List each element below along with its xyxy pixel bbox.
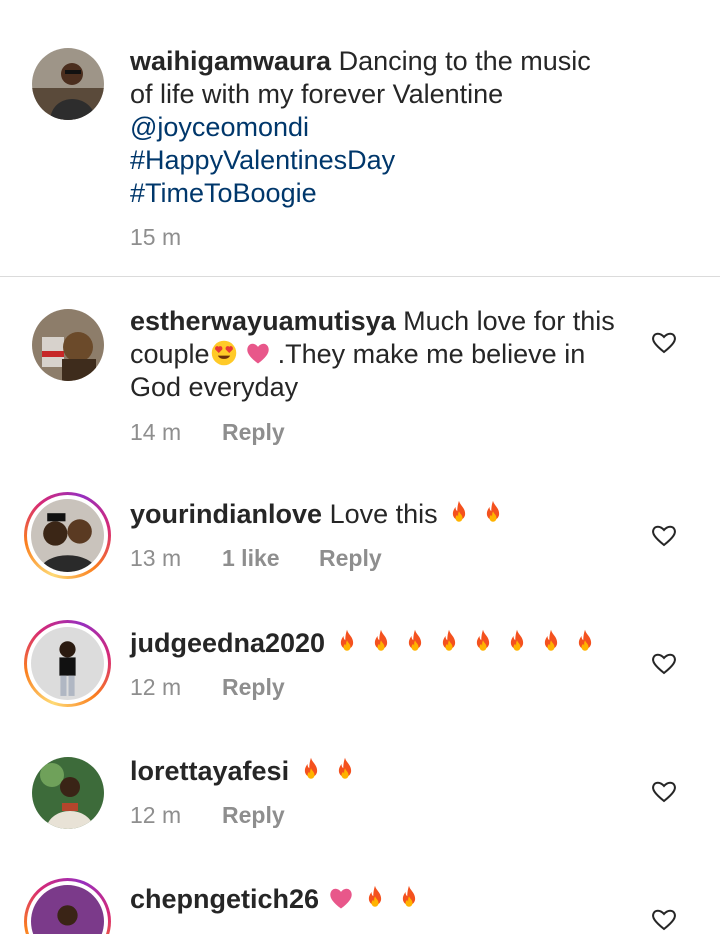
- comment-meta: 12 m Reply: [130, 674, 285, 701]
- comment-username[interactable]: chepngetich26: [130, 884, 319, 914]
- like-heart-icon[interactable]: [651, 779, 677, 803]
- comment-timestamp: 14 m: [130, 419, 182, 445]
- comment-text: judgeedna2020: [130, 627, 605, 660]
- comment-username[interactable]: lorettayafesi: [130, 756, 289, 786]
- comment-body: God everyday: [130, 372, 299, 402]
- comment-item: lorettayafesi 12 m Reply: [0, 747, 720, 865]
- fire-emoji: [367, 628, 395, 656]
- comment-text: lorettayafesi: [130, 755, 365, 788]
- reply-button[interactable]: Reply: [222, 419, 285, 446]
- reply-button[interactable]: Reply: [319, 545, 382, 572]
- commenter-avatar[interactable]: [24, 620, 111, 707]
- like-heart-icon[interactable]: [651, 907, 677, 931]
- fire-emoji: [395, 884, 423, 912]
- comment-username[interactable]: yourindianlove: [130, 499, 322, 529]
- fire-emoji: [445, 499, 473, 527]
- commenter-avatar[interactable]: [32, 757, 104, 829]
- comment-body: Much love for this: [403, 306, 615, 336]
- comment-body: .They make me believe in: [277, 339, 586, 369]
- comment-timestamp: 13 m: [130, 545, 182, 571]
- fire-emoji: [469, 628, 497, 656]
- fire-emoji: [571, 628, 599, 656]
- caption-hashtag[interactable]: #TimeToBoogie: [130, 177, 591, 210]
- commenter-avatar[interactable]: [32, 309, 104, 381]
- comment-username[interactable]: judgeedna2020: [130, 628, 325, 658]
- fire-emoji: [331, 756, 359, 784]
- fire-emoji: [537, 628, 565, 656]
- comment-body: couple: [130, 339, 210, 369]
- heart-eyes-emoji: [210, 339, 238, 367]
- comment-meta: 12 m Reply: [130, 802, 285, 829]
- like-count-link[interactable]: 1 like: [222, 545, 319, 572]
- comment-timestamp: 12 m: [130, 674, 182, 700]
- fire-emoji: [401, 628, 429, 656]
- comment-meta: 13 m 1 like Reply: [130, 545, 382, 572]
- comment-meta: 14 m Reply: [130, 419, 285, 446]
- comment-text: estherwayuamutisya Much love for this co…: [130, 305, 615, 404]
- caption-mention[interactable]: @joyceomondi: [130, 111, 591, 144]
- like-heart-icon[interactable]: [651, 523, 677, 547]
- fire-emoji: [503, 628, 531, 656]
- caption-body-line1: Dancing to the music: [338, 46, 591, 76]
- reply-button[interactable]: Reply: [222, 674, 285, 701]
- caption-timestamp: 15 m: [130, 224, 182, 250]
- comment-body: Love this: [329, 499, 438, 529]
- pink-heart-emoji: [327, 884, 355, 912]
- fire-emoji: [479, 499, 507, 527]
- fire-emoji: [361, 884, 389, 912]
- caption-username[interactable]: waihigamwaura: [130, 46, 331, 76]
- comment-item: chepngetich26: [0, 875, 720, 934]
- fire-emoji: [297, 756, 325, 784]
- like-heart-icon[interactable]: [651, 651, 677, 675]
- commenter-avatar[interactable]: [24, 878, 111, 934]
- comment-item: judgeedna2020 12 m Reply: [0, 619, 720, 737]
- comment-item: yourindianlove Love this 13 m 1 like Rep…: [0, 490, 720, 608]
- fire-emoji: [333, 628, 361, 656]
- comment-text: yourindianlove Love this: [130, 498, 513, 531]
- comment-item: estherwayuamutisya Much love for this co…: [0, 278, 720, 468]
- caption-meta: 15 m: [130, 224, 222, 251]
- comment-username[interactable]: estherwayuamutisya: [130, 306, 396, 336]
- post-caption: waihigamwaura Dancing to the music of li…: [0, 0, 720, 277]
- caption-text: waihigamwaura Dancing to the music of li…: [130, 45, 591, 210]
- caption-body-line2: of life with my forever Valentine: [130, 79, 504, 109]
- reply-button[interactable]: Reply: [222, 802, 285, 829]
- fire-emoji: [435, 628, 463, 656]
- pink-heart-emoji: [244, 339, 272, 367]
- like-heart-icon[interactable]: [651, 330, 677, 354]
- comment-text: chepngetich26: [130, 883, 429, 916]
- caption-hashtag[interactable]: #HappyValentinesDay: [130, 144, 591, 177]
- commenter-avatar[interactable]: [24, 492, 111, 579]
- caption-author-avatar[interactable]: [32, 48, 104, 120]
- comment-timestamp: 12 m: [130, 802, 182, 828]
